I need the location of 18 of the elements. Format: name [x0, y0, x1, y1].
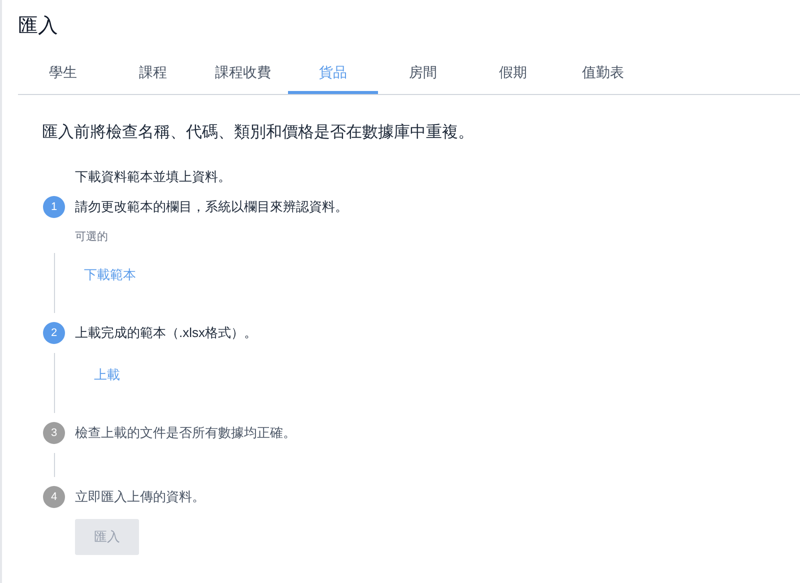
- optional-label: 可選的: [75, 230, 108, 245]
- tab[interactable]: 課程: [108, 54, 198, 94]
- description-text: 匯入前將檢查名稱、代碼、類別和價格是否在數據庫中重複。: [42, 122, 474, 143]
- tab[interactable]: 學生: [18, 54, 108, 94]
- tab[interactable]: 房間: [378, 54, 468, 94]
- step-text: 檢查上載的文件是否所有數據均正確。: [75, 424, 296, 442]
- step-intro-text: 下載資料範本並填上資料。: [75, 168, 231, 186]
- step-number-badge: 1: [43, 196, 65, 218]
- tab[interactable]: 值勤表: [558, 54, 648, 94]
- tab[interactable]: 假期: [468, 54, 558, 94]
- tab[interactable]: 課程收費: [198, 54, 288, 94]
- step-number-badge: 4: [43, 486, 65, 508]
- step-text: 上載完成的範本（.xlsx格式）。: [75, 324, 257, 342]
- step-number-badge: 3: [43, 422, 65, 444]
- step-text: 請勿更改範本的欄目，系統以欄目來辨認資料。: [75, 198, 348, 216]
- page-title: 匯入: [18, 14, 58, 39]
- step-text: 立即匯入上傳的資料。: [75, 488, 205, 506]
- step-number-badge: 2: [43, 322, 65, 344]
